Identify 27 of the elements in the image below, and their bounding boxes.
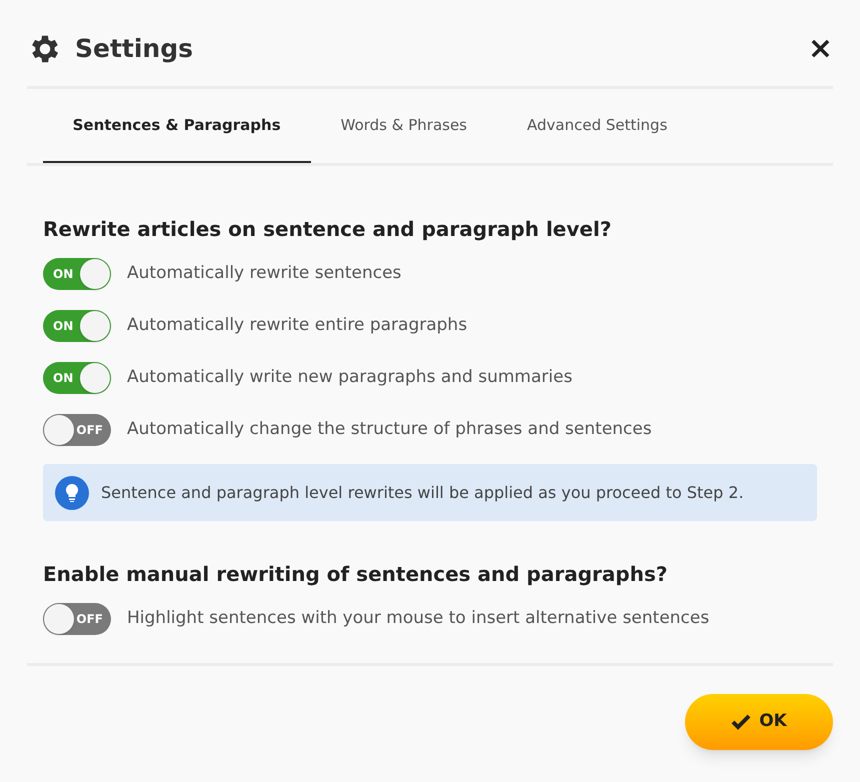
toggle-label: Highlight sentences with your mouse to insert alternative sentences (127, 607, 710, 630)
toggle-label: Automatically rewrite sentences (127, 262, 402, 286)
checkmark-icon (731, 714, 752, 730)
tab[interactable]: Advanced Settings (497, 89, 698, 165)
toggle-state-text: OFF (76, 611, 103, 628)
toggle-knob (80, 363, 110, 393)
toggle-label: Automatically rewrite entire paragraphs (127, 314, 468, 338)
info-text: Sentence and paragraph level rewrites will be applied as you proceed to Step 2. (101, 482, 744, 504)
window-title: Settings (75, 33, 194, 66)
toggle-knob (80, 311, 110, 341)
ok-button[interactable]: OK (685, 694, 833, 750)
toggle-knob (44, 604, 74, 634)
toggle-label: Automatically change the structure of phrases and sentences (127, 418, 652, 442)
lightbulb-icon (55, 476, 89, 510)
close-button[interactable]: × (808, 34, 833, 64)
toggle-switch[interactable]: OFF (43, 414, 111, 446)
toggle-state-text: ON (53, 370, 74, 387)
section-heading: Enable manual rewriting of sentences and paragraphs? (43, 561, 668, 588)
section-heading: Rewrite articles on sentence and paragraph level? (43, 216, 612, 243)
toggle-knob (44, 415, 74, 445)
toggle-state-text: ON (53, 318, 74, 335)
toggle-label: Automatically write new paragraphs and summaries (127, 366, 572, 390)
toggle-knob (80, 259, 110, 289)
toggle-state-text: ON (53, 266, 74, 283)
tab[interactable]: Words & Phrases (310, 89, 497, 165)
toggle-state-text: OFF (76, 422, 103, 439)
toggle-switch[interactable]: OFF (43, 603, 111, 635)
